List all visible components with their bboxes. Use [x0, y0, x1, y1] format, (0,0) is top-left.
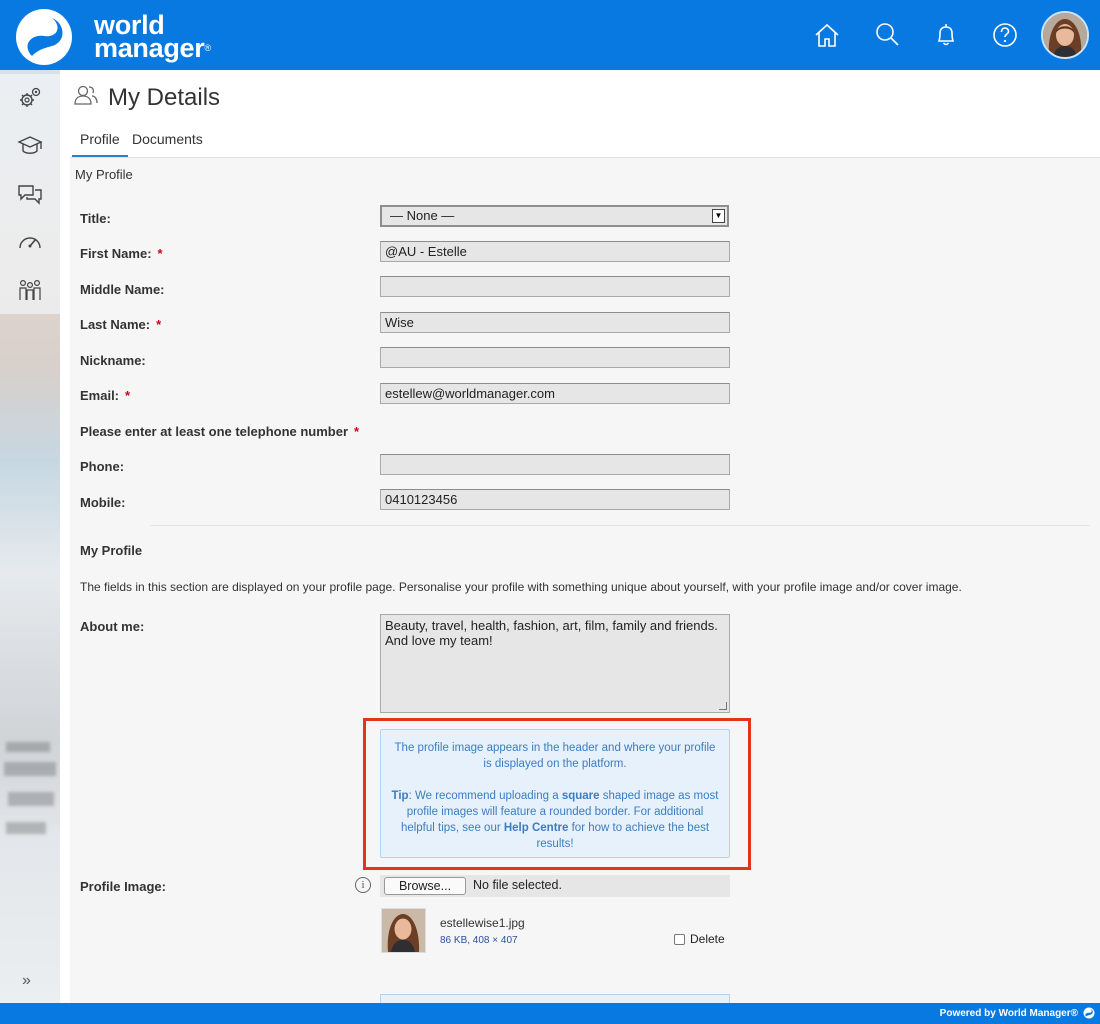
nickname-label: Nickname: — [80, 353, 146, 368]
tab-profile[interactable]: Profile — [72, 128, 128, 157]
chevron-down-icon: ▼ — [712, 209, 725, 223]
user-profile-icon — [74, 85, 98, 105]
email-field[interactable]: estellew@worldmanager.com — [380, 383, 730, 404]
first-name-label: First Name: * — [80, 246, 163, 261]
first-name-field[interactable]: @AU - Estelle — [380, 241, 730, 262]
mobile-field[interactable]: 0410123456 — [380, 489, 730, 510]
logo-line2: manager — [94, 33, 205, 63]
sidebar-item-dashboard[interactable] — [0, 218, 60, 266]
profile-section-description: The fields in this section are displayed… — [80, 580, 962, 594]
help-centre-link[interactable]: Help Centre — [504, 822, 569, 834]
blurred-background-detail — [6, 742, 50, 752]
about-me-text: Beauty, travel, health, fashion, art, fi… — [385, 618, 718, 648]
tab-documents[interactable]: Documents — [124, 128, 211, 155]
browse-button[interactable]: Browse... — [384, 877, 466, 895]
last-name-field[interactable]: Wise — [380, 312, 730, 333]
title-select-value: — None — — [390, 208, 455, 223]
sidebar-item-learning[interactable] — [0, 122, 60, 170]
page-header: My Details — [60, 70, 1100, 120]
title-select[interactable]: — None — ▼ — [380, 205, 729, 227]
email-label: Email: * — [80, 388, 131, 403]
powered-by-text: Powered by World Manager® — [939, 1008, 1078, 1019]
user-avatar[interactable] — [1041, 11, 1089, 59]
middle-name-label: Middle Name: — [80, 282, 165, 297]
main-content: My Details Profile Documents My Profile … — [60, 70, 1100, 1004]
title-label: Title: — [80, 211, 111, 226]
world-manager-logo[interactable]: world manager® — [14, 6, 244, 66]
info-line1: The profile image appears in the header … — [394, 742, 716, 770]
info-tip: Tip: We recommend uploading a square sha… — [391, 790, 719, 850]
help-icon[interactable] — [990, 20, 1020, 50]
sidebar-item-people[interactable] — [0, 266, 60, 314]
page-title: My Details — [108, 84, 221, 111]
footer-bar: Powered by World Manager® — [0, 1003, 1100, 1024]
nickname-field[interactable] — [380, 347, 730, 368]
blurred-background-detail — [8, 792, 54, 806]
my-profile-heading: My Profile — [80, 543, 143, 558]
file-meta: 86 KB, 408 × 407 — [440, 935, 518, 946]
delete-checkbox[interactable] — [674, 933, 685, 945]
sidebar-expand-icon[interactable]: » — [22, 972, 31, 990]
people-icon — [19, 279, 41, 300]
sidebar-item-chat[interactable] — [0, 170, 60, 218]
delete-label: Delete — [690, 932, 725, 946]
logo-mark-icon — [16, 9, 72, 65]
profile-image-file-input[interactable]: Browse... No file selected. — [380, 875, 730, 897]
middle-name-field[interactable] — [380, 276, 730, 297]
blurred-background-detail — [4, 762, 56, 776]
about-me-label: About me: — [80, 619, 145, 634]
mobile-label: Mobile: — [80, 495, 126, 510]
logo-reg-mark: ® — [204, 43, 211, 53]
dashboard-icon — [19, 237, 41, 249]
profile-image-info-box: The profile image appears in the header … — [380, 729, 730, 858]
phone-label: Phone: — [80, 459, 125, 474]
bell-icon[interactable] — [931, 20, 961, 50]
learning-icon — [17, 136, 43, 154]
phone-field[interactable] — [380, 454, 730, 475]
section-divider — [150, 525, 1090, 526]
sidebar: » — [0, 70, 60, 1003]
telephone-note: Please enter at least one telephone numb… — [80, 424, 360, 439]
file-name: estellewise1.jpg — [440, 916, 525, 930]
profile-image-label: Profile Image: — [80, 879, 166, 894]
sidebar-item-settings[interactable] — [0, 74, 60, 122]
info-icon[interactable]: i — [355, 877, 371, 893]
home-icon[interactable] — [812, 20, 842, 50]
chat-icon — [18, 185, 42, 205]
profile-image-thumbnail — [381, 908, 426, 953]
about-me-textarea[interactable]: Beauty, travel, health, fashion, art, fi… — [380, 614, 730, 713]
section-title: My Profile — [75, 167, 133, 182]
top-header: world manager® — [0, 0, 1100, 70]
no-file-text: No file selected. — [473, 878, 562, 892]
delete-image-option[interactable]: Delete — [674, 932, 725, 946]
profile-form-panel: My Profile Title: — None — ▼ First Name:… — [70, 157, 1100, 1004]
resize-handle-icon[interactable] — [719, 702, 727, 710]
settings-icon — [20, 87, 41, 107]
logo-text: world manager® — [94, 12, 211, 63]
blurred-background-detail — [6, 822, 46, 834]
search-icon[interactable] — [872, 20, 902, 50]
world-manager-mini-logo-icon — [1083, 1007, 1095, 1019]
last-name-label: Last Name: * — [80, 317, 162, 332]
